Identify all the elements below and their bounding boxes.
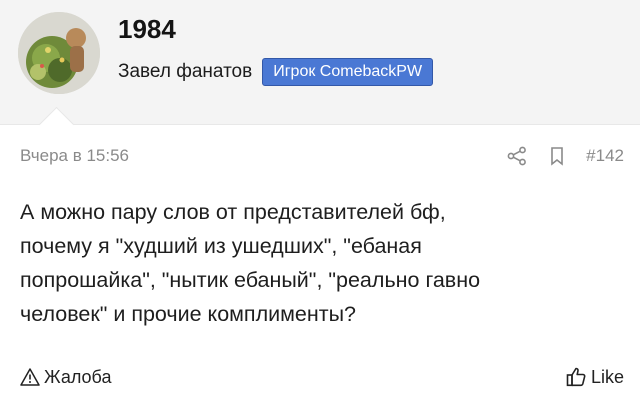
thumbs-up-icon	[566, 367, 586, 387]
post-number[interactable]: #142	[586, 146, 624, 166]
bookmark-icon[interactable]	[546, 145, 568, 167]
username[interactable]: 1984	[118, 14, 176, 45]
user-role: Завел фанатов	[118, 61, 253, 82]
post-footer: Жалоба Like	[20, 364, 624, 390]
header-divider	[0, 124, 640, 125]
report-label: Жалоба	[44, 366, 112, 387]
avatar-image	[18, 12, 100, 94]
user-badge: Игрок ComebackPW	[262, 58, 434, 86]
post-actions: #142	[506, 145, 624, 167]
like-label: Like	[590, 366, 624, 387]
like-button[interactable]: Like	[565, 366, 624, 388]
warning-icon	[20, 368, 40, 386]
post-message: А можно пару слов от представителей бф, …	[20, 200, 481, 326]
user-role-line: Завел фанатов Игрок ComebackPW	[118, 58, 434, 86]
post-meta: Вчера в 15:56 #142	[20, 144, 624, 168]
user-header: 1984 Завел фанатов Игрок ComebackPW	[0, 0, 640, 124]
post-timestamp[interactable]: Вчера в 15:56	[20, 146, 129, 166]
report-button[interactable]: Жалоба	[20, 367, 111, 388]
share-icon[interactable]	[506, 145, 528, 167]
avatar[interactable]	[18, 12, 100, 94]
